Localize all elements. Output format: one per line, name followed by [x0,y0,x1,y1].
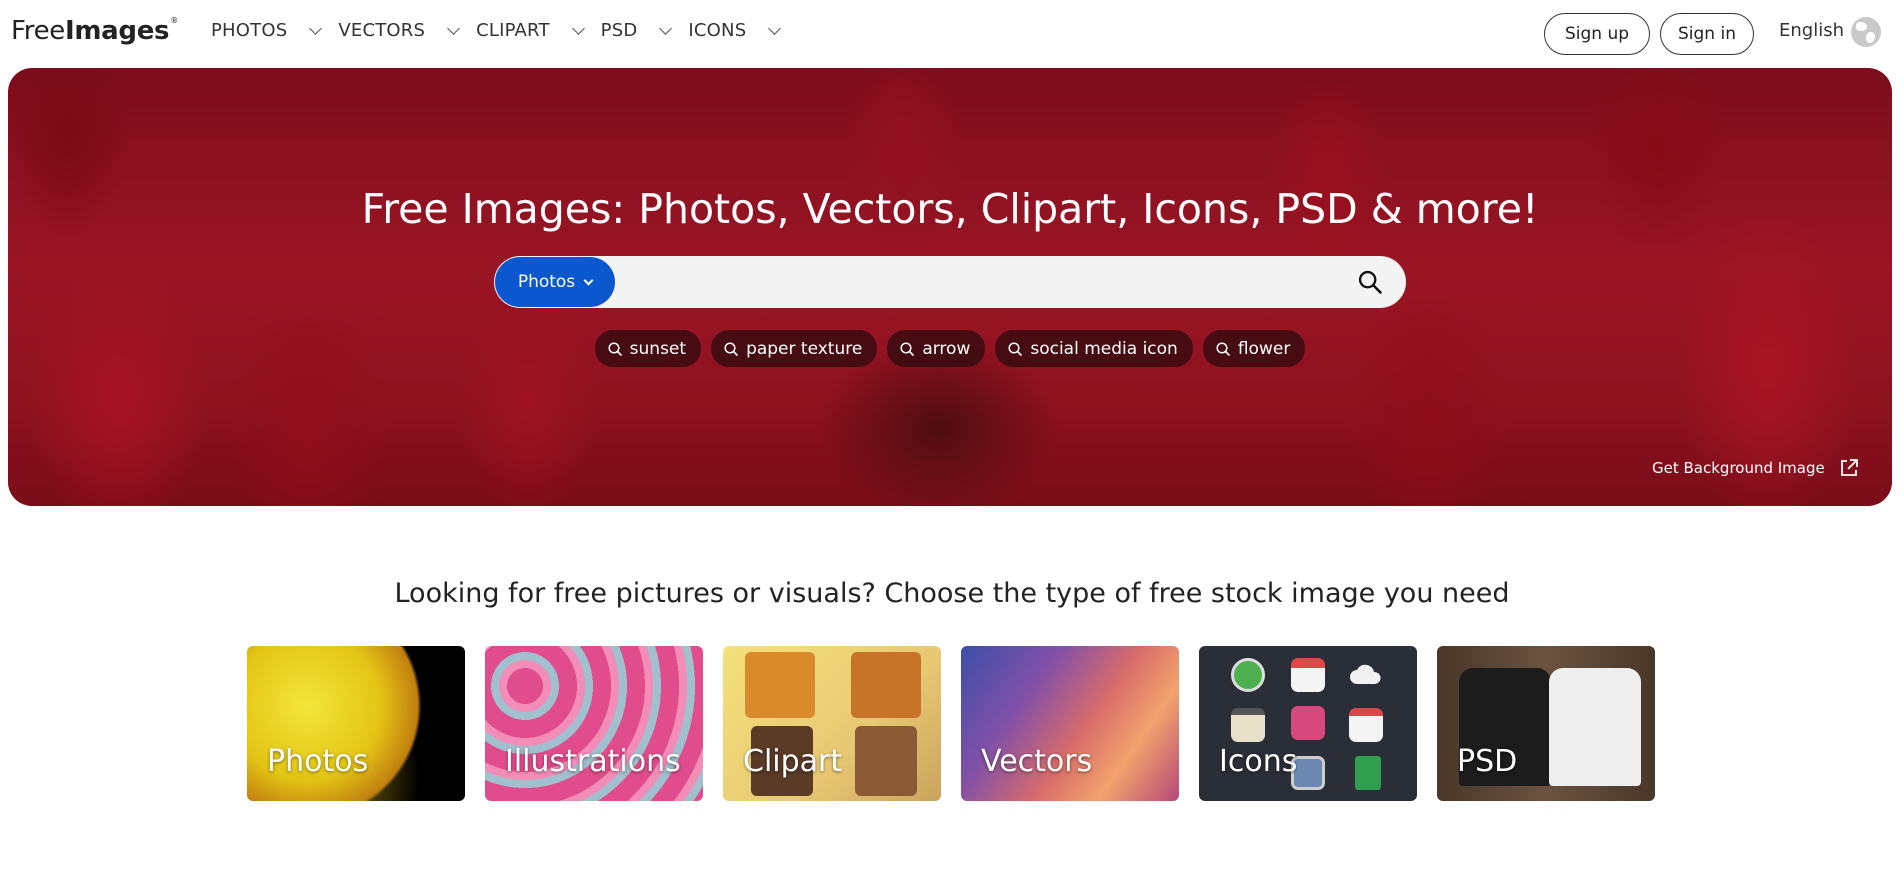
main-nav: PHOTOS VECTORS CLIPART PSD ICONS [211,20,797,41]
sign-in-button[interactable]: Sign in [1660,13,1754,55]
nav-item-photos[interactable]: PHOTOS [211,20,323,41]
search-type-label: Photos [517,272,576,292]
category-label: Clipart [743,744,843,779]
mail-icon [1291,658,1325,692]
category-label: Photos [267,744,369,779]
nav-label: PHOTOS [211,20,288,41]
clock-icon [1231,658,1265,692]
search-bar: Photos [494,256,1406,308]
category-label: Illustrations [505,744,681,779]
category-card-clipart[interactable]: Clipart [723,646,941,801]
category-tagline: Looking for free pictures or visuals? Ch… [394,578,1510,609]
tag-label: arrow [922,338,971,359]
clipart-thumbnail-art [855,726,917,796]
chevron-down-icon[interactable] [659,21,673,35]
tag-label: paper texture [746,338,863,359]
nav-label: CLIPART [476,20,550,41]
search-type-dropdown[interactable]: Photos [495,257,615,307]
wallet-icon [1291,706,1325,740]
globe-icon[interactable] [1851,17,1881,47]
category-label: PSD [1457,744,1518,779]
site-header: FreeImages® PHOTOS VECTORS CLIPART PSD I… [0,0,1904,68]
cloud-icon [1349,662,1383,696]
logo-registered-mark: ® [170,16,178,26]
nav-item-icons[interactable]: ICONS [688,20,782,41]
tag-label: flower [1237,338,1291,359]
external-link-icon [1840,459,1858,476]
nav-item-psd[interactable]: PSD [600,20,673,41]
calendar-icon [1349,708,1383,742]
tag-social-media-icon[interactable]: social media icon [995,330,1193,367]
tag-label: social media icon [1030,338,1178,359]
sign-up-button[interactable]: Sign up [1544,13,1650,55]
nav-label: PSD [600,20,638,41]
popular-searches: sunset paper texture arrow social media … [8,330,1892,367]
chevron-down-icon[interactable] [768,21,782,35]
logo-text-bold: Images [64,16,170,46]
search-icon [724,341,738,356]
category-card-psd[interactable]: PSD [1437,646,1655,801]
language-selector[interactable]: English [1779,20,1844,41]
get-background-image-link[interactable]: Get Background Image [1652,458,1859,478]
clipart-thumbnail-art [745,652,815,718]
hero-banner: Free Images: Photos, Vectors, Clipart, I… [8,68,1892,506]
background-link-label: Get Background Image [1652,459,1825,477]
nav-item-vectors[interactable]: VECTORS [338,20,460,41]
chevron-down-icon[interactable] [571,21,585,35]
clipart-thumbnail-art [851,652,921,718]
psd-tshirt-mockup [1549,668,1641,786]
hero-title: Free Images: Photos, Vectors, Clipart, I… [361,185,1539,233]
search-icon [608,341,622,356]
category-card-illustrations[interactable]: Illustrations [485,646,703,801]
search-icon [1008,341,1023,356]
search-icon[interactable] [1356,268,1384,296]
category-card-icons[interactable]: Icons [1199,646,1417,801]
category-label: Vectors [981,744,1093,779]
spreadsheet-icon [1355,756,1381,790]
tag-sunset[interactable]: sunset [594,330,702,367]
category-card-vectors[interactable]: Vectors [961,646,1179,801]
category-card-photos[interactable]: Photos [247,646,465,801]
search-input[interactable] [624,257,1344,307]
chevron-down-icon[interactable] [447,21,460,35]
notebook-icon [1231,708,1265,742]
tag-arrow[interactable]: arrow [887,330,986,367]
site-logo[interactable]: FreeImages® [11,16,178,46]
chevron-down-icon [583,275,594,285]
search-icon [900,341,915,356]
tag-flower[interactable]: flower [1202,330,1306,367]
category-cards: Photos Illustrations Clipart Vectors Ico… [247,646,1675,801]
nav-label: ICONS [688,20,747,41]
nav-label: VECTORS [338,20,426,41]
tag-label: sunset [629,338,687,359]
search-icon [1216,341,1230,356]
tag-paper-texture[interactable]: paper texture [711,330,878,367]
category-label: Icons [1219,744,1298,779]
chevron-down-icon[interactable] [309,21,323,35]
nav-item-clipart[interactable]: CLIPART [476,20,585,41]
logo-text-light: Free [11,16,65,46]
